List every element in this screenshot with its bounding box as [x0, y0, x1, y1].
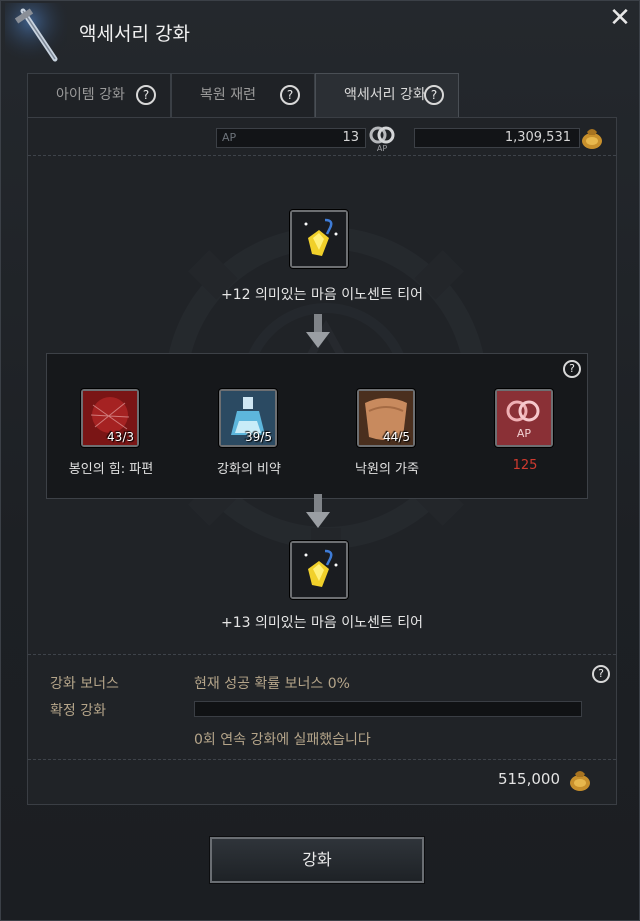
guarantee-label: 확정 강화 [50, 703, 106, 719]
down-arrow-icon [306, 314, 330, 348]
ap-cost-label: 125 [512, 458, 538, 473]
ap-coin-icon: AP [369, 126, 395, 152]
material-slot[interactable]: 43/3 [81, 389, 139, 447]
tab-label: 복원 재련 [200, 87, 256, 103]
silver-pouch-icon [582, 129, 602, 149]
material-label: 봉인의 힘: 파편 [68, 462, 154, 477]
material-qty: 43/3 [107, 430, 134, 444]
bonus-section: ? 강화 보너스 현재 성공 확률 보너스 0% 확정 강화 0회 연속 강화에… [28, 654, 616, 760]
accessory-enhance-window: 액세서리 강화 ✕ 아이템 강화 ? 복원 재련 ? 액세서리 강화 ? AP … [0, 0, 640, 921]
tab-bar: 아이템 강화 ? 복원 재련 ? 액세서리 강화 ? [27, 73, 617, 117]
help-icon[interactable]: ? [563, 360, 581, 378]
enhance-button[interactable]: 강화 [210, 837, 424, 883]
enhance-cost: 515,000 [497, 770, 560, 788]
bonus-label: 강화 보너스 [50, 676, 119, 692]
source-item-name: +12 의미있는 마음 이노센트 티어 [221, 287, 423, 303]
help-icon[interactable]: ? [424, 85, 444, 105]
material-slot[interactable]: 39/5 [219, 389, 277, 447]
ap-icon: AP [497, 391, 551, 445]
tab-label: 액세서리 강화 [344, 87, 426, 103]
currency-bar: AP 13 AP 1,309,531 [28, 118, 616, 156]
yellow-gem-ring-icon [292, 212, 346, 266]
material-qty: 44/5 [383, 430, 410, 444]
source-item-slot[interactable] [290, 210, 348, 268]
yellow-gem-ring-icon [292, 543, 346, 597]
material-slot[interactable]: 44/5 [357, 389, 415, 447]
material-qty: 39/5 [245, 430, 272, 444]
help-icon[interactable]: ? [136, 85, 156, 105]
dagger-icon [5, 3, 67, 65]
material-slot[interactable]: AP [495, 389, 553, 447]
help-icon[interactable]: ? [592, 665, 610, 683]
material-label: 강화의 비약 [217, 462, 281, 477]
bonus-text: 현재 성공 확률 보너스 0% [194, 676, 350, 692]
tab-accessory-enhance[interactable]: 액세서리 강화 ? [315, 73, 459, 117]
fail-count-text: 0회 연속 강화에 실패했습니다 [194, 732, 371, 748]
guarantee-progress-bar [194, 701, 582, 717]
result-item-name: +13 의미있는 마음 이노센트 티어 [221, 615, 423, 631]
silver-value: 1,309,531 [504, 130, 571, 145]
window-title: 액세서리 강화 [79, 23, 190, 45]
enhance-panel: AP 13 AP 1,309,531 +12 의미있는 마음 이노센트 티어 ?… [27, 117, 617, 805]
materials-box: ? 43/3 봉인의 힘: 파편 39/5 강화의 비약 44/5 낙원의 가죽… [46, 353, 588, 499]
ap-value: 13 [342, 130, 359, 145]
ap-display: AP 13 [216, 128, 366, 148]
result-item-slot[interactable] [290, 541, 348, 599]
material-label: 낙원의 가죽 [355, 462, 419, 477]
down-arrow-icon [306, 494, 330, 528]
close-icon[interactable]: ✕ [607, 5, 633, 31]
svg-text:AP: AP [377, 144, 387, 152]
help-icon[interactable]: ? [280, 85, 300, 105]
tab-restore-refine[interactable]: 복원 재련 ? [171, 73, 315, 117]
silver-display: 1,309,531 [414, 128, 580, 148]
ap-label: AP [222, 131, 237, 144]
svg-text:AP: AP [517, 427, 532, 440]
tab-label: 아이템 강화 [56, 87, 125, 103]
tab-item-enhance[interactable]: 아이템 강화 ? [27, 73, 171, 117]
silver-pouch-icon [570, 771, 590, 791]
